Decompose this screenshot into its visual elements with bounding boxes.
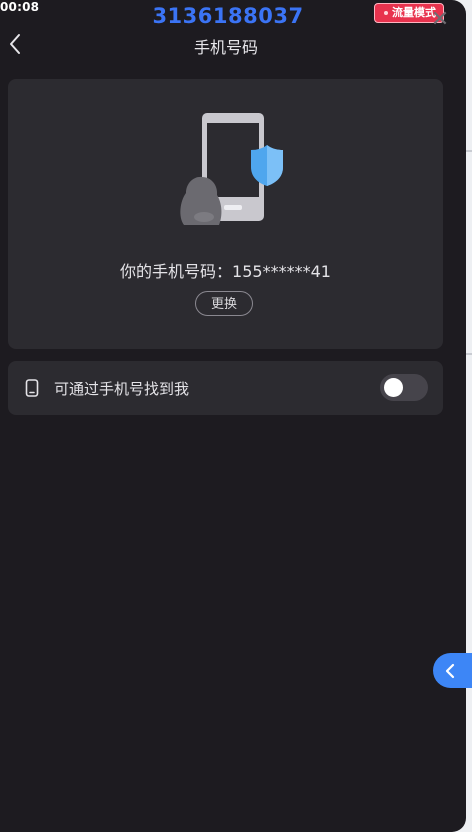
- toggle-knob: [384, 378, 403, 397]
- mobile-phone-icon: [25, 379, 39, 397]
- change-number-button[interactable]: 更换: [195, 291, 253, 316]
- close-icon[interactable]: ✕: [430, 9, 450, 31]
- chevron-left-icon: [445, 663, 455, 679]
- badge-dot: [384, 11, 388, 15]
- phone-number-card: 你的手机号码：155******41 更换: [8, 79, 443, 349]
- find-me-by-phone-label: 可通过手机号找到我: [54, 380, 190, 398]
- phone-number-page: 00:08 3136188037 流量模式 ✕ 手机号码 你的手机号码：155*…: [0, 0, 466, 832]
- floating-side-tab[interactable]: [433, 653, 472, 688]
- phone-number-text: 你的手机号码：155******41: [120, 262, 331, 281]
- phone-shield-icon: [180, 113, 283, 225]
- screen: 00:08 3136188037 流量模式 ✕ 手机号码 你的手机号码：155*…: [0, 0, 472, 832]
- find-me-by-phone-toggle[interactable]: [380, 374, 428, 401]
- find-me-by-phone-row[interactable]: 可通过手机号找到我: [8, 361, 443, 415]
- page-title: 手机号码: [193, 38, 258, 57]
